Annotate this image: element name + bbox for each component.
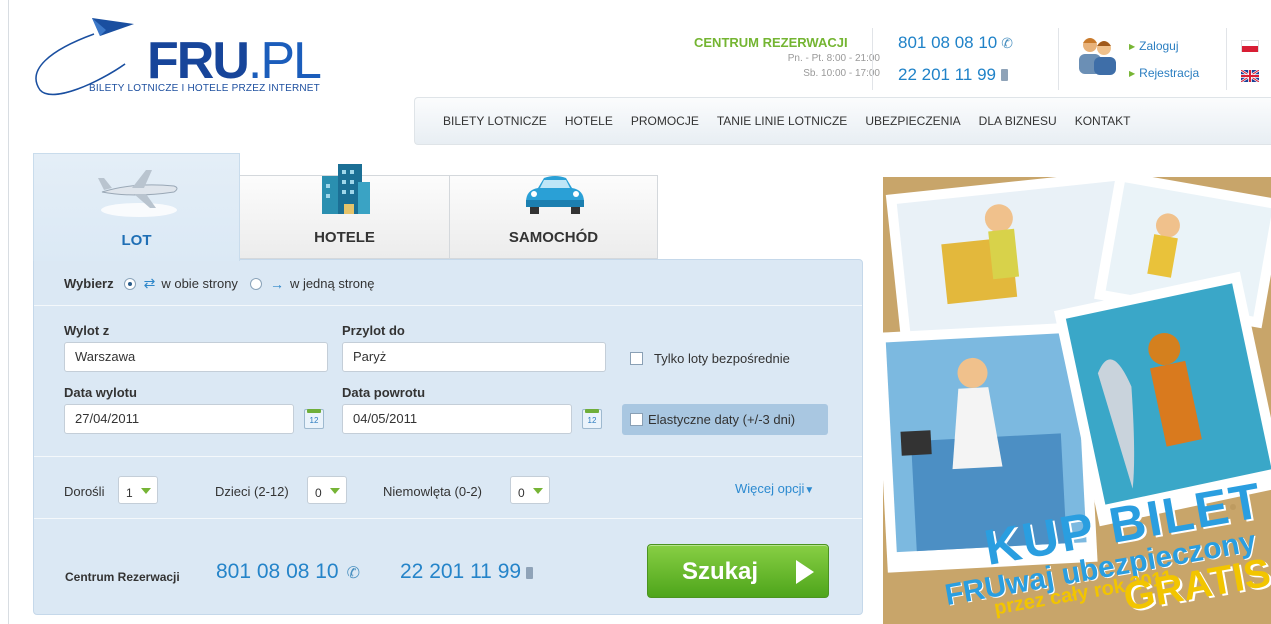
car-icon [526, 176, 584, 214]
caret-down-icon: ▼ [804, 485, 815, 496]
round-trip-label: w obie strony [161, 276, 238, 291]
infants-select[interactable]: 0 [510, 476, 550, 504]
footer-phone-mobile: 22 201 11 99 [400, 560, 534, 584]
footer-phone-landline: 801 08 08 10 ✆ [216, 560, 360, 584]
mobile-phone-icon [1001, 69, 1008, 81]
search-button-label: Szukaj [682, 558, 759, 585]
tab-hotels-label: HOTELE [314, 229, 375, 246]
phone-icon: ✆ [1001, 35, 1013, 51]
register-label: Rejestracja [1139, 66, 1200, 80]
trip-type-label: Wybierz [64, 276, 114, 291]
nav-lowcost[interactable]: TANIE LINIE LOTNICZE [717, 114, 847, 128]
children-select[interactable]: 0 [307, 476, 347, 504]
row-divider [34, 456, 862, 457]
tab-car[interactable]: SAMOCHÓD [449, 175, 658, 259]
row-divider [34, 518, 862, 519]
infants-label: Niemowlęta (0-2) [383, 484, 482, 499]
flexible-dates-checkbox[interactable] [630, 413, 643, 426]
page: FRU.PL BILETY LOTNICZE I HOTELE PRZEZ IN… [0, 0, 1271, 624]
calendar-icon[interactable]: 12 [582, 409, 602, 429]
one-way-radio[interactable] [249, 277, 262, 290]
footer-phone2-text: 22 201 11 99 [400, 560, 522, 583]
direct-flights-label: Tylko loty bezpośrednie [654, 351, 790, 366]
dropdown-arrow-icon [533, 488, 543, 494]
dropdown-arrow-icon [141, 488, 151, 494]
airplane-icon [98, 170, 178, 217]
tab-flight-label: LOT [121, 232, 152, 249]
from-label: Wylot z [64, 323, 110, 338]
flexible-dates-label: Elastyczne daty (+/-3 dni) [648, 412, 796, 427]
tab-hotels[interactable]: HOTELE [239, 164, 450, 259]
calendar-icon[interactable]: 12 [304, 409, 324, 429]
mobile-phone-icon [526, 567, 534, 579]
header-phone-mobile: 22 201 11 99 [898, 65, 1008, 85]
to-input[interactable]: Paryż [342, 342, 606, 372]
nav-promotions[interactable]: PROMOCJE [631, 114, 699, 128]
return-date-label: Data powrotu [342, 385, 426, 400]
more-options-label: Więcej opcji [735, 481, 805, 496]
direct-flights-checkbox[interactable] [630, 352, 643, 365]
search-widget: LOT HOTELE SAMOCHÓD Wybierz ⇄ w obie str… [33, 153, 863, 615]
header-divider [872, 28, 873, 90]
uk-flag-icon[interactable] [1241, 70, 1259, 82]
promo-banner[interactable]: KUP BILET FRUwaj ubezpieczony przez cały… [883, 177, 1271, 624]
dropdown-arrow-icon [330, 488, 340, 494]
children-value: 0 [315, 486, 322, 500]
main-navigation: BILETY LOTNICZE HOTELE PROMOCJE TANIE LI… [414, 97, 1271, 145]
login-link[interactable]: ▶ Zaloguj [1129, 39, 1179, 53]
depart-date-label: Data wylotu [64, 385, 137, 400]
to-label: Przylot do [342, 323, 405, 338]
play-arrow-icon [796, 560, 814, 584]
nav-business[interactable]: DLA BIZNESU [979, 114, 1057, 128]
logo-brand: FRU [147, 32, 250, 90]
round-trip-arrows-icon: ⇄ [143, 275, 156, 291]
tab-flight[interactable]: LOT [33, 153, 240, 261]
one-way-arrow-icon: → [269, 275, 284, 292]
depart-date-input[interactable]: 27/04/2011 [64, 404, 294, 434]
logo-wordmark: FRU.PL [147, 35, 322, 87]
header-phone1-text: 801 08 08 10 [898, 33, 998, 52]
arrow-right-icon: ▶ [1129, 69, 1136, 78]
row-divider [34, 305, 862, 306]
infants-value: 0 [518, 486, 525, 500]
login-label: Zaloguj [1139, 39, 1179, 53]
polish-flag-icon[interactable] [1241, 40, 1259, 52]
reservation-center-title: CENTRUM REZERWACJI [694, 35, 848, 50]
search-tabs: LOT HOTELE SAMOCHÓD [33, 153, 658, 261]
logo-tagline: BILETY LOTNICZE I HOTELE PRZEZ INTERNET [89, 83, 320, 94]
return-date-input[interactable]: 04/05/2011 [342, 404, 572, 434]
trip-type-row: Wybierz ⇄ w obie strony → w jedną stronę [64, 275, 375, 292]
adults-value: 1 [126, 486, 133, 500]
hotel-building-icon [322, 164, 370, 214]
header-phone2-text: 22 201 11 99 [898, 65, 996, 84]
tab-car-label: SAMOCHÓD [508, 229, 599, 246]
header-divider [1058, 28, 1059, 90]
header-phone-landline: 801 08 08 10 ✆ [898, 33, 1013, 53]
users-icon [1079, 38, 1116, 75]
hours-weekdays: Pn. - Pt. 8:00 - 21:00 [787, 53, 880, 64]
site-logo[interactable]: FRU.PL [30, 10, 390, 110]
page-left-border [8, 0, 9, 624]
header-divider [1226, 28, 1227, 90]
more-options-link[interactable]: Więcej opcji▼ [735, 481, 814, 496]
logo-tld: .PL [247, 32, 322, 90]
nav-contact[interactable]: KONTAKT [1075, 114, 1131, 128]
adults-select[interactable]: 1 [118, 476, 158, 504]
from-input[interactable]: Warszawa [64, 342, 328, 372]
children-label: Dzieci (2-12) [215, 484, 289, 499]
nav-hotels[interactable]: HOTELE [565, 114, 613, 128]
nav-flights[interactable]: BILETY LOTNICZE [443, 114, 547, 128]
phone-icon: ✆ [346, 565, 361, 582]
arrow-right-icon: ▶ [1129, 42, 1136, 51]
hours-saturday: Sb. 10:00 - 17:00 [803, 68, 880, 79]
footer-phone1-text: 801 08 08 10 [216, 560, 339, 583]
search-form-panel: Wybierz ⇄ w obie strony → w jedną stronę… [33, 259, 863, 615]
footer-reservation-label: Centrum Rezerwacji [65, 570, 180, 584]
search-button[interactable]: Szukaj [647, 544, 829, 598]
round-trip-radio[interactable] [123, 277, 136, 290]
one-way-label: w jedną stronę [289, 276, 375, 291]
adults-label: Dorośli [64, 484, 105, 499]
nav-insurance[interactable]: UBEZPIECZENIA [865, 114, 960, 128]
register-link[interactable]: ▶ Rejestracja [1129, 66, 1199, 80]
